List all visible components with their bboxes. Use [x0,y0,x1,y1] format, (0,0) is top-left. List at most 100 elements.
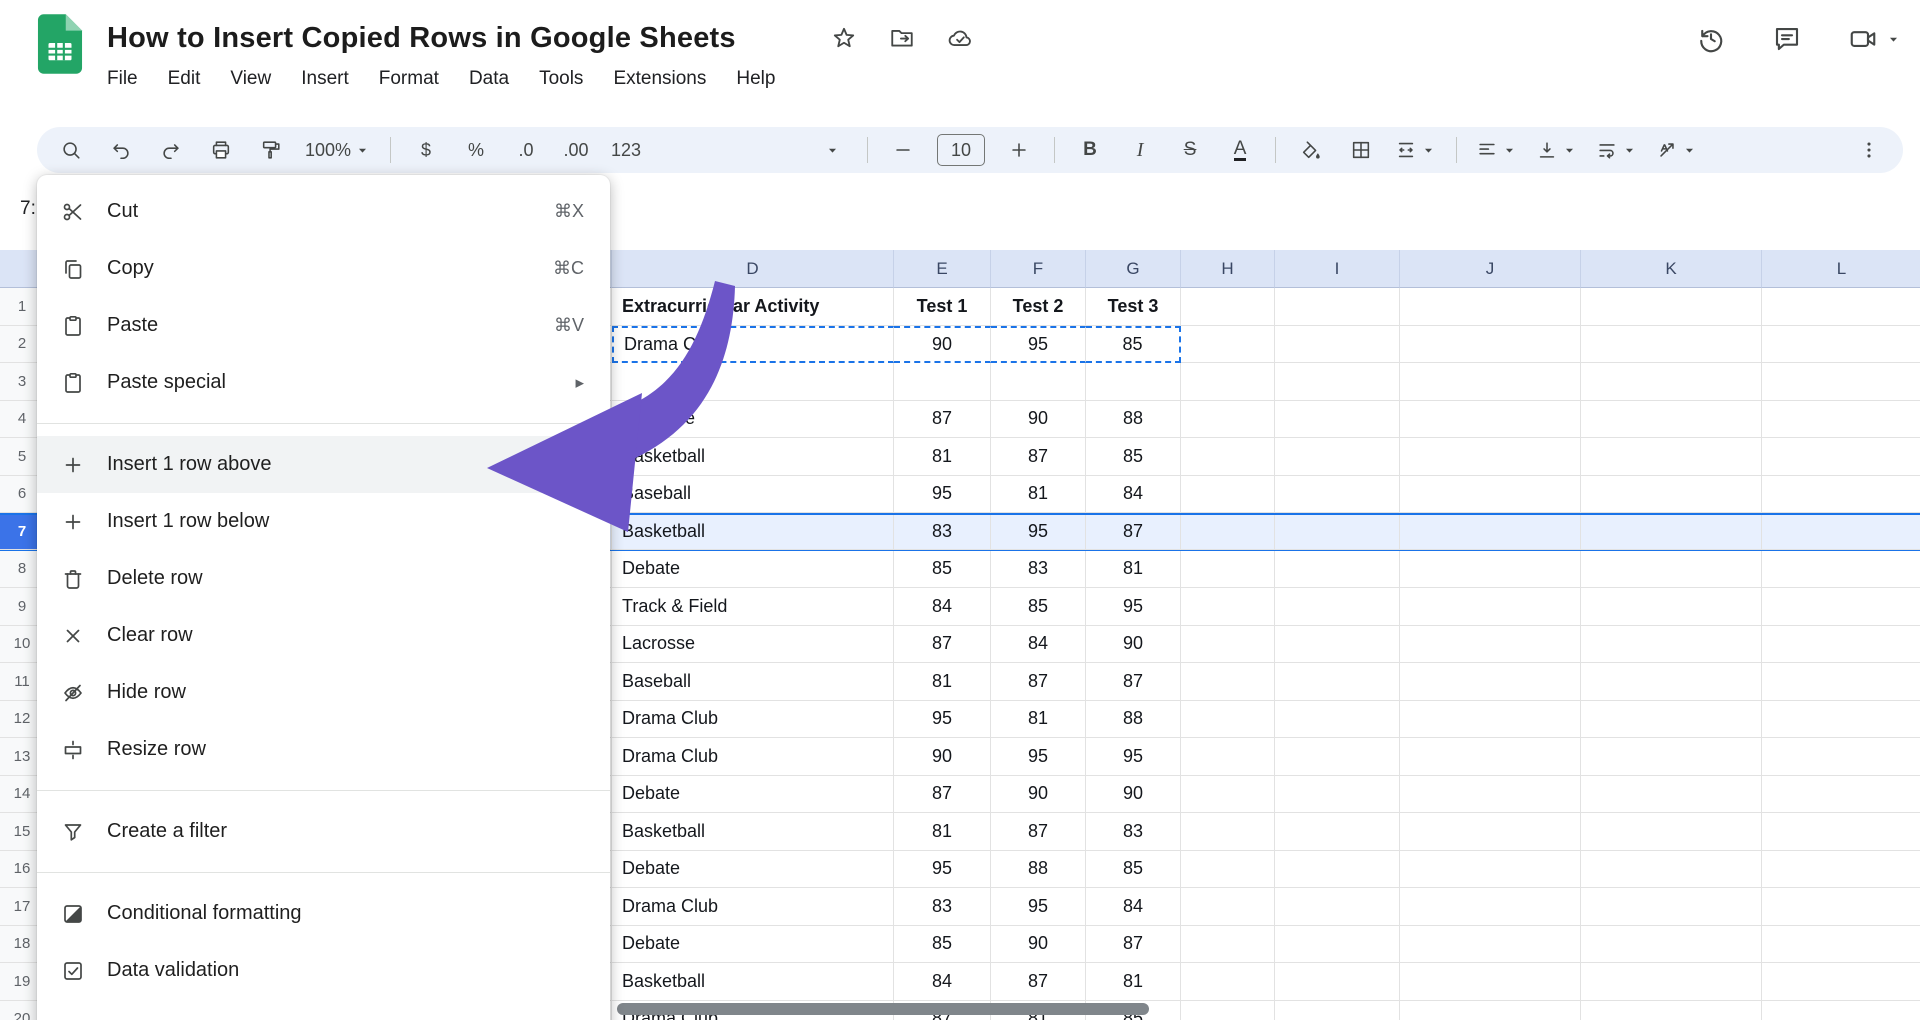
context-menu-item-paste[interactable]: Paste ⌘V [37,297,610,354]
cell-empty[interactable] [1275,515,1400,550]
menu-insert[interactable]: Insert [286,62,364,96]
cell-empty[interactable] [1275,438,1400,476]
cell-empty[interactable] [1181,438,1275,476]
cell-empty[interactable] [1762,738,1920,776]
merge-cells-button[interactable] [1389,133,1443,167]
cell-empty[interactable] [1762,475,1920,513]
cell-empty[interactable] [1762,438,1920,476]
horizontal-align-button[interactable] [1470,133,1524,167]
cell-empty[interactable] [1400,738,1581,776]
column-header-h[interactable]: H [1181,250,1275,288]
cell[interactable]: 83 [894,515,991,550]
context-menu-item-create-a-filter[interactable]: Create a filter [37,803,610,860]
context-menu-item-cut[interactable]: Cut ⌘X [37,183,610,240]
text-wrapping-button[interactable] [1590,133,1644,167]
cell-empty[interactable] [1275,775,1400,813]
cell-empty[interactable] [1762,663,1920,701]
cell[interactable]: 85 [894,925,991,963]
cell-empty[interactable] [1762,888,1920,926]
cell-empty[interactable] [1581,700,1762,738]
cell-empty[interactable] [1400,925,1581,963]
cell[interactable]: 83 [894,888,991,926]
cell[interactable]: Debate [612,775,894,813]
cell-empty[interactable] [1762,850,1920,888]
format-as-currency-button[interactable]: $ [404,133,448,167]
cell-empty[interactable] [1762,925,1920,963]
context-menu-item-data-validation[interactable]: Data validation [37,942,610,999]
cell-empty[interactable] [1581,515,1762,550]
cell[interactable]: 81 [1086,963,1181,1001]
cell-empty[interactable] [1762,963,1920,1001]
cell[interactable]: Drama Club [612,888,894,926]
cell-empty[interactable] [1275,625,1400,663]
cell-empty[interactable] [1275,850,1400,888]
column-header-i[interactable]: I [1275,250,1400,288]
cell[interactable]: 81 [894,813,991,851]
cell[interactable] [991,363,1086,401]
column-header-l[interactable]: L [1762,250,1920,288]
cell-empty[interactable] [1400,325,1581,363]
cell-empty[interactable] [1581,775,1762,813]
cell[interactable]: Basketball [612,438,894,476]
cell[interactable]: Debate [612,850,894,888]
column-header-g[interactable]: G [1086,250,1181,288]
cell-empty[interactable] [1400,700,1581,738]
cell-empty[interactable] [1275,588,1400,626]
cell-empty[interactable] [1275,325,1400,363]
cell-empty[interactable] [1275,963,1400,1001]
cell[interactable]: Extracurricular Activity [612,288,894,326]
cell[interactable]: Debate [612,925,894,963]
cell-empty[interactable] [1762,325,1920,363]
cell-empty[interactable] [1275,1000,1400,1020]
cell-empty[interactable] [1181,813,1275,851]
cell-empty[interactable] [1400,515,1581,550]
cell[interactable]: 95 [894,700,991,738]
cell[interactable]: Drama Club [612,325,894,363]
cell-empty[interactable] [1581,738,1762,776]
menu-extensions[interactable]: Extensions [598,62,721,96]
cell-empty[interactable] [1762,625,1920,663]
cell[interactable]: 84 [991,625,1086,663]
cell[interactable]: Basketball [612,963,894,1001]
cell-empty[interactable] [1400,625,1581,663]
cell-empty[interactable] [1581,663,1762,701]
redo-button[interactable] [149,133,193,167]
cell-empty[interactable] [1400,475,1581,513]
cell-empty[interactable] [1181,625,1275,663]
cell-empty[interactable] [1581,925,1762,963]
text-color-button[interactable]: A [1218,133,1262,167]
context-menu-item-resize-row[interactable]: Resize row [37,721,610,778]
cell-empty[interactable] [1581,813,1762,851]
cell-empty[interactable] [1400,888,1581,926]
cell[interactable]: 88 [1086,400,1181,438]
cell[interactable]: 90 [894,325,991,363]
cell-empty[interactable] [1400,550,1581,588]
zoom-button[interactable]: 100% [299,133,377,167]
cell-empty[interactable] [1400,775,1581,813]
cell-empty[interactable] [1275,700,1400,738]
print-button[interactable] [199,133,243,167]
cell-empty[interactable] [1762,400,1920,438]
cell-empty[interactable] [1181,515,1275,550]
cell-empty[interactable] [1181,1000,1275,1020]
cell-empty[interactable] [1581,850,1762,888]
cell[interactable]: 90 [991,775,1086,813]
cell[interactable]: 84 [1086,888,1181,926]
cell[interactable]: Lacrosse [612,400,894,438]
cell[interactable]: Test 2 [991,288,1086,326]
cell-empty[interactable] [1181,850,1275,888]
cell[interactable]: 90 [1086,775,1181,813]
cell[interactable]: 95 [991,738,1086,776]
cell[interactable]: 90 [991,400,1086,438]
decrease-decimal-places-button[interactable]: .0 [504,133,548,167]
document-title[interactable]: How to Insert Copied Rows in Google Shee… [107,22,736,55]
cell-empty[interactable] [1400,663,1581,701]
menu-data[interactable]: Data [454,62,524,96]
cell[interactable]: Track & Field [612,588,894,626]
context-menu-item-insert-1-row-below[interactable]: Insert 1 row below [37,493,610,550]
cell[interactable]: 87 [894,625,991,663]
cell-empty[interactable] [1181,775,1275,813]
cell[interactable]: 81 [991,700,1086,738]
name-box[interactable]: 7: [20,198,36,220]
cell[interactable]: Drama Club [612,700,894,738]
